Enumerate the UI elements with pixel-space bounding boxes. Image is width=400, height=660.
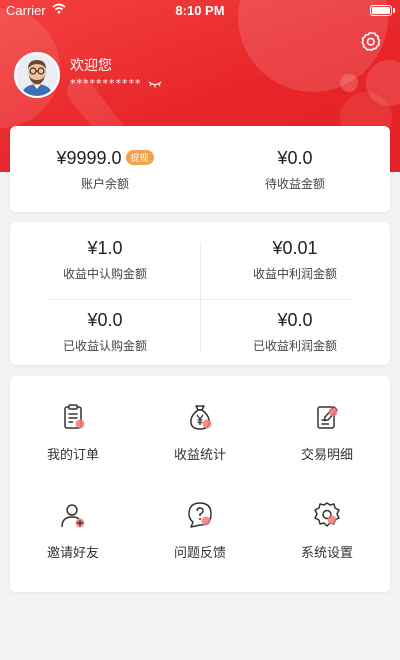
pending-income: ¥0.0 待收益金额	[200, 148, 390, 192]
income-stat: ¥1.0 收益中认购金额	[10, 238, 200, 282]
menu-label: 邀请好友	[46, 546, 99, 561]
menu-item-transactions[interactable]: 交易明细	[264, 402, 390, 463]
menu-label: 我的订单	[46, 448, 99, 463]
menu-item-income-stats[interactable]: 收益统计	[137, 402, 263, 463]
account-balance: ¥9999.0 提现 账户余额	[10, 148, 200, 192]
status-time: 8:10 PM	[175, 3, 225, 18]
income-stat-label: 收益中利润金额	[252, 267, 337, 281]
feedback-icon	[188, 502, 212, 528]
eye-closed-icon[interactable]	[148, 79, 162, 89]
order-icon	[64, 404, 85, 429]
menu-label: 交易明细	[300, 448, 353, 463]
welcome-text: 欢迎您	[70, 58, 112, 74]
income-stat-label: 已收益认购金额	[62, 339, 147, 353]
withdraw-button[interactable]: 提现	[125, 149, 154, 165]
settings-gear-icon[interactable]	[358, 30, 382, 54]
menu-item-feedback[interactable]: 问题反馈	[137, 500, 263, 561]
settings-icon	[314, 502, 340, 527]
income-card: ¥1.0 收益中认购金额 ¥0.01 收益中利润金额 ¥0.0 已收益认购金额 …	[10, 222, 390, 365]
income-stat-label: 已收益利润金额	[252, 339, 337, 353]
pending-income-label: 待收益金额	[264, 177, 325, 191]
income-stat: ¥0.01 收益中利润金额	[200, 238, 390, 282]
avatar-image	[16, 54, 58, 96]
income-stat-amount: ¥0.0	[277, 310, 313, 330]
income-stat: ¥0.0 已收益认购金额	[10, 310, 200, 354]
income-stat: ¥0.0 已收益利润金额	[200, 310, 390, 354]
income-stat-amount: ¥0.0	[87, 310, 123, 330]
menu-label: 收益统计	[173, 448, 226, 463]
menu-item-settings[interactable]: 系统设置	[264, 500, 390, 561]
divider-horizontal	[48, 299, 352, 300]
pending-income-amount: ¥0.0	[277, 148, 313, 168]
menu-card: 我的订单 收益统计 交易明细 邀请好友 问题反馈 系统设置	[10, 376, 390, 592]
menu-label: 系统设置	[300, 546, 353, 561]
money-bag-icon	[190, 405, 212, 430]
avatar[interactable]	[14, 52, 60, 98]
account-balance-label: 账户余额	[80, 177, 129, 191]
masked-account: ***********	[70, 77, 142, 90]
income-stat-label: 收益中认购金额	[62, 267, 147, 281]
balance-card: ¥9999.0 提现 账户余额 ¥0.0 待收益金额	[10, 126, 390, 212]
transaction-detail-icon	[317, 406, 338, 429]
menu-item-my-orders[interactable]: 我的订单	[10, 402, 136, 463]
status-bar: Carrier 8:10 PM	[0, 0, 400, 20]
account-balance-amount: ¥9999.0	[56, 148, 122, 168]
invite-friend-icon	[61, 504, 85, 528]
menu-label: 问题反馈	[173, 546, 226, 561]
income-stat-amount: ¥0.01	[272, 238, 318, 258]
menu-item-invite-friends[interactable]: 邀请好友	[10, 500, 136, 561]
battery-icon	[370, 5, 392, 16]
income-stat-amount: ¥1.0	[87, 238, 123, 258]
